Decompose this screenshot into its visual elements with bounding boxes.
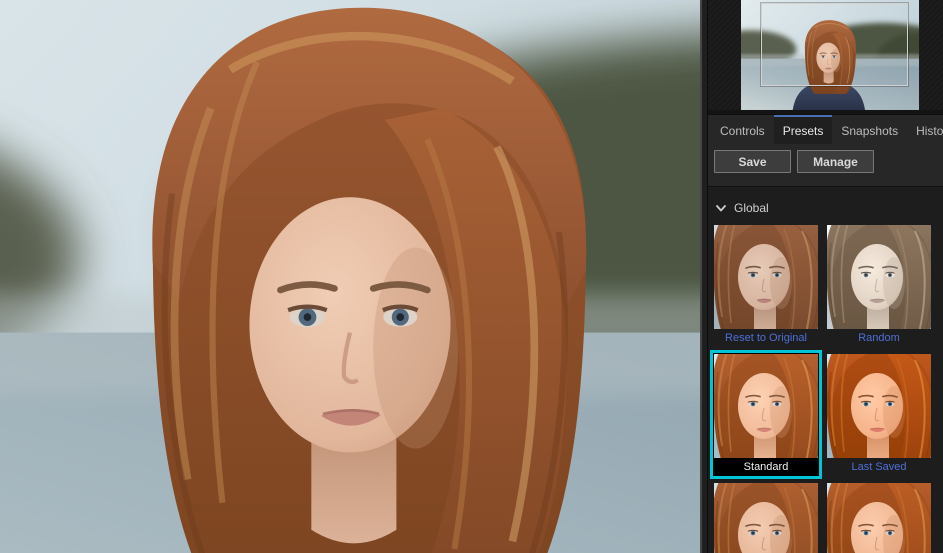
- save-button[interactable]: Save: [714, 150, 791, 173]
- preset-thumbnail: [714, 483, 818, 553]
- presets-section: Global Reset to Original Random: [708, 186, 943, 553]
- tab-snapshots[interactable]: Snapshots: [832, 115, 907, 144]
- tab-presets[interactable]: Presets: [774, 115, 833, 144]
- preset-item[interactable]: [710, 479, 822, 553]
- preset-thumbnail: [827, 225, 931, 329]
- preset-grid: Reset to Original Random Standard: [710, 221, 943, 553]
- preset-random[interactable]: Random: [823, 221, 935, 350]
- preset-item[interactable]: [823, 479, 935, 553]
- section-title: Global: [734, 201, 769, 215]
- tab-controls[interactable]: Controls: [711, 115, 774, 144]
- navigator-panel: [708, 0, 943, 114]
- navigator-thumbnail[interactable]: [741, 0, 919, 110]
- manage-button[interactable]: Manage: [797, 150, 874, 173]
- side-panel: Controls Presets Snapshots History Save …: [708, 0, 943, 553]
- chevron-down-icon: [716, 205, 726, 212]
- preset-thumbnail: [714, 225, 818, 329]
- preset-reset-to-original[interactable]: Reset to Original: [710, 221, 822, 350]
- preset-last-saved[interactable]: Last Saved: [823, 350, 935, 479]
- section-header-global[interactable]: Global: [708, 187, 943, 221]
- panel-splitter[interactable]: [700, 0, 708, 553]
- preset-standard[interactable]: Standard: [710, 350, 822, 479]
- main-photo-canvas[interactable]: [0, 0, 700, 553]
- preset-thumbnail: [714, 354, 818, 458]
- preset-thumbnail: [827, 483, 931, 553]
- portrait-photo: [0, 0, 700, 553]
- preset-label: Reset to Original: [725, 331, 807, 346]
- navigator-crop-rectangle[interactable]: [761, 3, 908, 86]
- tab-history[interactable]: History: [907, 115, 943, 144]
- preset-label: Last Saved: [851, 460, 906, 475]
- preset-label: Random: [858, 331, 900, 346]
- tab-bar: Controls Presets Snapshots History: [708, 114, 943, 144]
- preset-label: Standard: [744, 460, 789, 475]
- photo-editor-window: Controls Presets Snapshots History Save …: [0, 0, 943, 553]
- preset-thumbnail: [827, 354, 931, 458]
- preset-actions-row: Save Manage: [708, 144, 943, 186]
